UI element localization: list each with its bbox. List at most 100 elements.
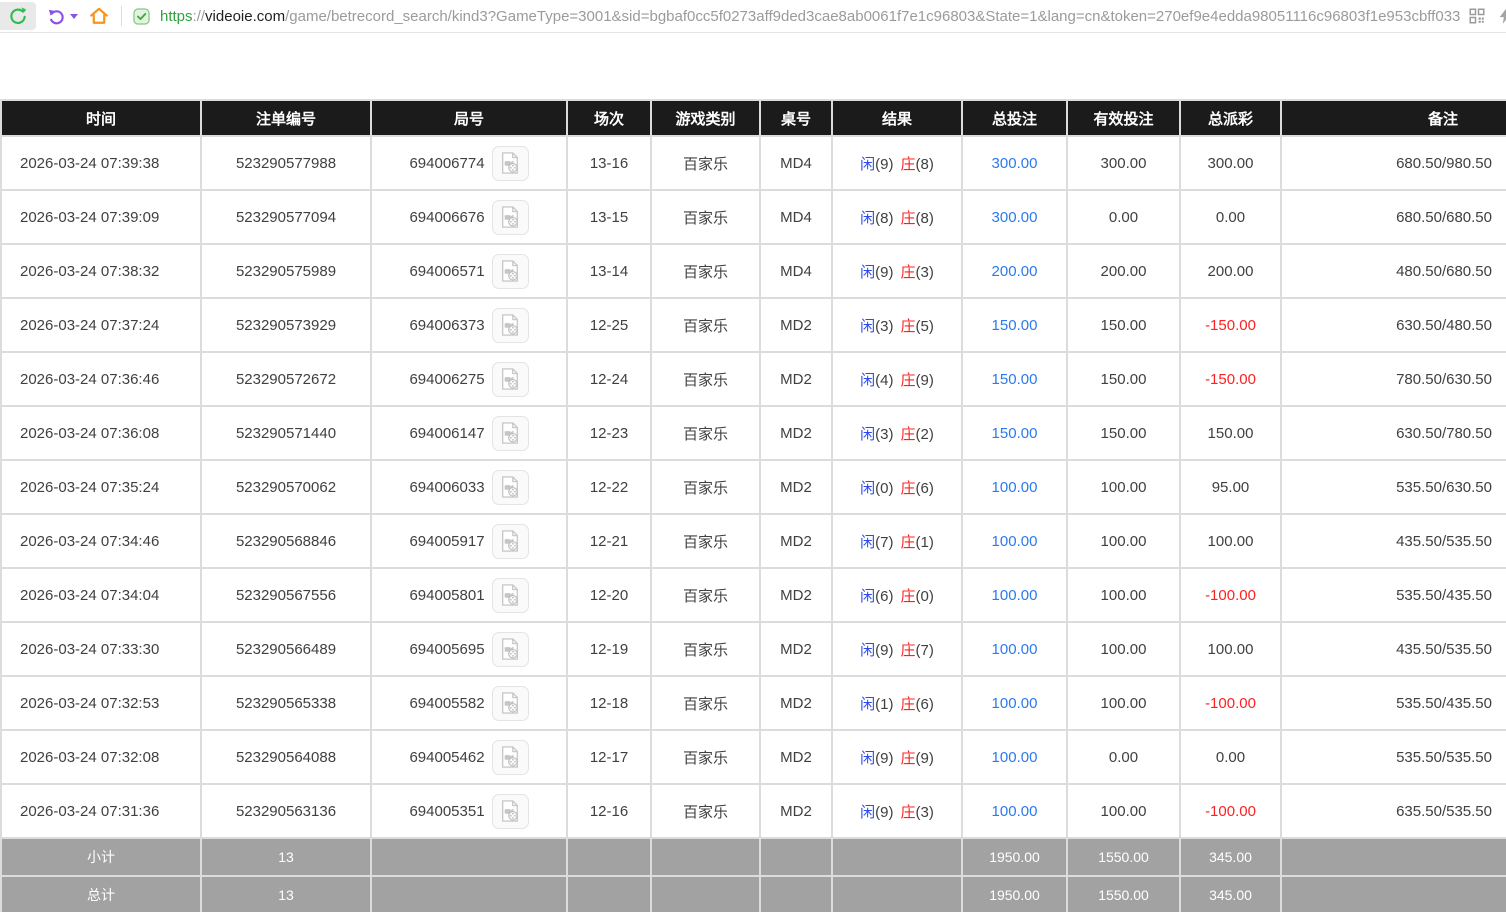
round-number: 694005462 [409,749,484,766]
payout-cell: -100.00 [1181,677,1280,729]
table-row: 2026-03-24 07:39:38 523290577988 6940067… [2,137,1506,189]
result-banker-score: (8) [916,210,934,227]
remark-cell: 435.50/535.50 [1282,515,1506,567]
url-separator: :// [193,8,206,25]
time-cell: 2026-03-24 07:33:30 [2,623,200,675]
game-type-cell: 百家乐 [652,785,759,837]
video-file-icon [499,583,521,607]
url-scheme: https [160,8,193,25]
video-replay-button[interactable] [492,470,529,505]
result-player-score: (3) [875,426,893,443]
game-type-cell: 百家乐 [652,461,759,513]
table-row: 2026-03-24 07:32:08 523290564088 6940054… [2,731,1506,783]
result-cell: 闲(8)庄(8) [833,191,961,243]
valid-bet-cell: 150.00 [1068,407,1179,459]
col-header-payout: 总派彩 [1181,101,1280,135]
result-banker-score: (6) [916,696,934,713]
video-replay-button[interactable] [492,686,529,721]
undo-icon [47,6,67,26]
result-player-label: 闲 [860,696,875,713]
result-banker-label: 庄 [901,696,916,713]
valid-bet-cell: 150.00 [1068,299,1179,351]
video-replay-button[interactable] [492,254,529,289]
subtotal-valid-bet: 1550.00 [1068,839,1179,875]
table-number-cell: MD2 [761,569,831,621]
video-replay-button[interactable] [492,578,529,613]
result-player-score: (9) [875,264,893,281]
result-cell: 闲(9)庄(8) [833,137,961,189]
result-banker-score: (9) [916,750,934,767]
remark-cell: 780.50/630.50 [1282,353,1506,405]
time-cell: 2026-03-24 07:31:36 [2,785,200,837]
address-bar[interactable]: https://videoie.com/game/betrecord_searc… [132,7,1460,26]
qr-code-icon[interactable] [1468,7,1486,25]
total-count: 13 [202,877,370,912]
result-player-label: 闲 [860,642,875,659]
lightning-icon[interactable] [1496,6,1506,26]
video-replay-button[interactable] [492,524,529,559]
time-cell: 2026-03-24 07:32:53 [2,677,200,729]
video-file-icon [499,151,521,175]
round-number: 694006275 [409,371,484,388]
video-file-icon [499,529,521,553]
url-path: /game/betrecord_search/kind3?GameType=30… [285,8,1460,25]
video-replay-button[interactable] [492,308,529,343]
result-cell: 闲(1)庄(6) [833,677,961,729]
result-banker-score: (5) [916,318,934,335]
valid-bet-cell: 100.00 [1068,569,1179,621]
payout-cell: 200.00 [1181,245,1280,297]
remark-cell: 680.50/980.50 [1282,137,1506,189]
subtotal-empty-cell [833,839,961,875]
refresh-icon [8,6,28,26]
payout-cell: 95.00 [1181,461,1280,513]
total-empty-cell [1282,877,1506,912]
game-type-cell: 百家乐 [652,299,759,351]
video-replay-button[interactable] [492,416,529,451]
undo-button[interactable] [42,2,83,30]
table-row: 2026-03-24 07:33:30 523290566489 6940056… [2,623,1506,675]
time-cell: 2026-03-24 07:36:46 [2,353,200,405]
session-cell: 13-14 [568,245,650,297]
time-cell: 2026-03-24 07:32:08 [2,731,200,783]
total-empty-cell [652,877,759,912]
remark-cell: 535.50/535.50 [1282,731,1506,783]
result-player-score: (9) [875,642,893,659]
col-header-session: 场次 [568,101,650,135]
refresh-button[interactable] [0,2,36,30]
session-cell: 12-22 [568,461,650,513]
table-number-cell: MD4 [761,245,831,297]
video-file-icon [499,691,521,715]
home-button[interactable] [83,2,115,30]
result-banker-label: 庄 [901,804,916,821]
time-cell: 2026-03-24 07:36:08 [2,407,200,459]
bet-number-cell: 523290572672 [202,353,370,405]
page-whitespace [0,33,1506,99]
payout-cell: -100.00 [1181,569,1280,621]
session-cell: 13-15 [568,191,650,243]
video-replay-button[interactable] [492,740,529,775]
result-banker-label: 庄 [901,210,916,227]
result-player-score: (6) [875,588,893,605]
round-number: 694005582 [409,695,484,712]
video-replay-button[interactable] [492,632,529,667]
result-player-label: 闲 [860,156,875,173]
total-bet-cell: 100.00 [963,461,1066,513]
video-file-icon [499,745,521,769]
round-number: 694005801 [409,587,484,604]
valid-bet-cell: 100.00 [1068,785,1179,837]
bet-number-cell: 523290570062 [202,461,370,513]
game-type-cell: 百家乐 [652,623,759,675]
security-shield-icon[interactable] [132,7,151,26]
result-banker-score: (0) [916,588,934,605]
video-replay-button[interactable] [492,200,529,235]
game-type-cell: 百家乐 [652,353,759,405]
result-cell: 闲(9)庄(7) [833,623,961,675]
result-banker-score: (9) [916,372,934,389]
payout-cell: 0.00 [1181,731,1280,783]
video-replay-button[interactable] [492,146,529,181]
result-player-score: (9) [875,156,893,173]
video-replay-button[interactable] [492,794,529,829]
result-player-label: 闲 [860,534,875,551]
session-cell: 12-24 [568,353,650,405]
video-replay-button[interactable] [492,362,529,397]
